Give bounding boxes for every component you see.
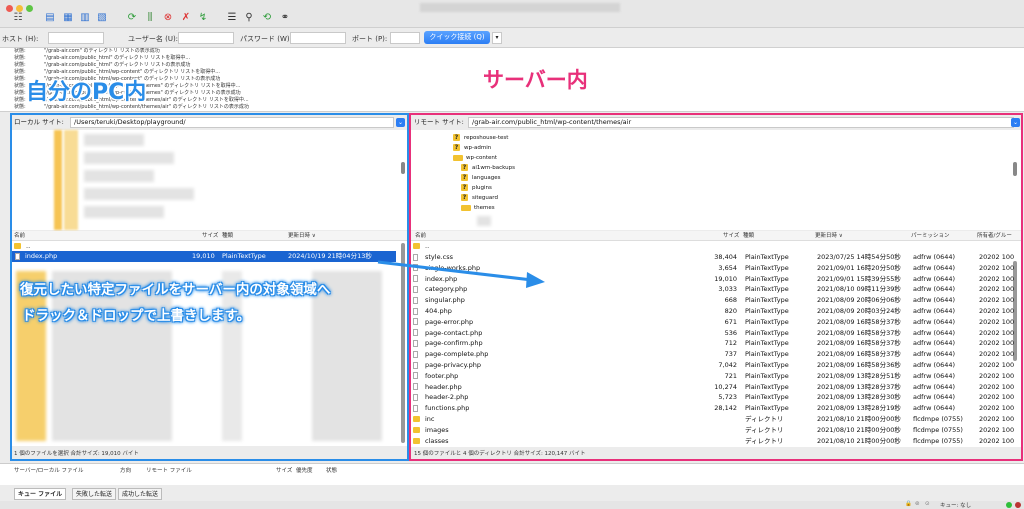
queue-col-size[interactable]: サイズ [276, 466, 292, 474]
queue-col-priority[interactable]: 優先度 [296, 466, 313, 474]
upload-indicator-icon [1006, 502, 1012, 508]
tab-failed-transfers[interactable]: 失敗した転送 [72, 488, 117, 500]
filter-status-icon: ⊙ [925, 501, 930, 507]
queue-col-remote[interactable]: リモート ファイル [146, 466, 192, 474]
tab-queued-files[interactable]: キュー ファイル [14, 488, 67, 500]
download-indicator-icon [1015, 502, 1021, 508]
queue-col-status[interactable]: 状態 [326, 466, 337, 474]
instruction-line-2: ドラック＆ドロップで上書きします。 [22, 308, 251, 324]
queue-col-direction[interactable]: 方向 [120, 466, 131, 474]
drag-arrow [377, 260, 545, 288]
status-bar: 🔒 ⊚ ⊙ キュー: なし [0, 501, 1024, 509]
queue-pane[interactable]: サーバー/ローカル ファイル 方向 リモート ファイル サイズ 優先度 状態 [0, 463, 1024, 485]
queue-status: キュー: なし [940, 503, 972, 509]
lock-icon: 🔒 [905, 501, 912, 507]
tab-successful-transfers[interactable]: 成功した転送 [118, 488, 163, 500]
instruction-line-1: 復元したい特定ファイルをサーバー内の対象領域へ [20, 282, 331, 298]
speed-limit-icon: ⊚ [915, 501, 920, 507]
drag-arrow-line [377, 260, 533, 282]
queue-col-file[interactable]: サーバー/ローカル ファイル [14, 466, 84, 474]
filezilla-window: ☷ ▤ ▦ ▥ ▧ ⟳ ⫼ ⊗ ✗ ↯ ☰ ⚲ ⟲ ⚭ ホスト (H): ユーザ… [0, 0, 1024, 509]
drag-arrow-head [526, 272, 545, 288]
